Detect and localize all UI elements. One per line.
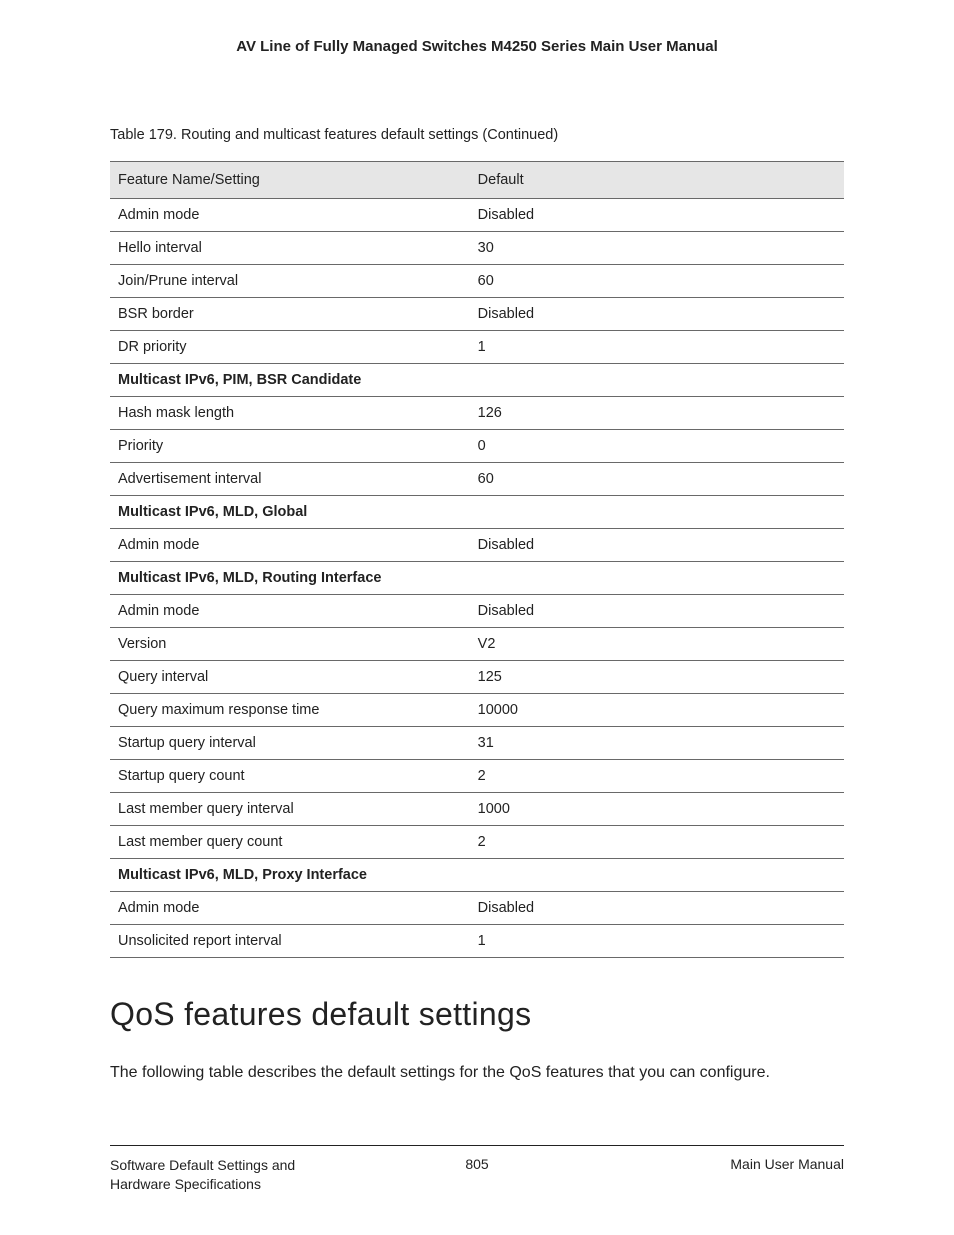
cell-feature: Admin mode bbox=[110, 529, 470, 562]
table-row: Admin modeDisabled bbox=[110, 199, 844, 232]
table-row: Hello interval30 bbox=[110, 232, 844, 265]
footer-left: Software Default Settings and Hardware S… bbox=[110, 1156, 352, 1195]
cell-default: 1000 bbox=[470, 793, 844, 826]
cell-feature: Query maximum response time bbox=[110, 694, 470, 727]
cell-default: 30 bbox=[470, 232, 844, 265]
cell-default: 0 bbox=[470, 430, 844, 463]
column-header-feature: Feature Name/Setting bbox=[110, 162, 470, 199]
document-header: AV Line of Fully Managed Switches M4250 … bbox=[110, 38, 844, 55]
cell-default: Disabled bbox=[470, 199, 844, 232]
cell-feature: Last member query count bbox=[110, 826, 470, 859]
cell-feature: BSR border bbox=[110, 298, 470, 331]
section-heading: QoS features default settings bbox=[110, 996, 844, 1033]
cell-default: 2 bbox=[470, 760, 844, 793]
cell-feature: Query interval bbox=[110, 661, 470, 694]
cell-feature: Multicast IPv6, MLD, Proxy Interface bbox=[110, 859, 470, 892]
cell-feature: DR priority bbox=[110, 331, 470, 364]
table-row: Query maximum response time10000 bbox=[110, 694, 844, 727]
cell-default: 126 bbox=[470, 397, 844, 430]
cell-feature: Advertisement interval bbox=[110, 463, 470, 496]
settings-table: Feature Name/Setting Default Admin modeD… bbox=[110, 161, 844, 958]
cell-default: 60 bbox=[470, 265, 844, 298]
cell-default bbox=[470, 562, 844, 595]
table-row: Startup query count2 bbox=[110, 760, 844, 793]
cell-feature: Priority bbox=[110, 430, 470, 463]
table-row: Multicast IPv6, MLD, Proxy Interface bbox=[110, 859, 844, 892]
cell-default: 10000 bbox=[470, 694, 844, 727]
table-row: Admin modeDisabled bbox=[110, 595, 844, 628]
table-header-row: Feature Name/Setting Default bbox=[110, 162, 844, 199]
cell-feature: Hello interval bbox=[110, 232, 470, 265]
cell-feature: Admin mode bbox=[110, 892, 470, 925]
cell-feature: Startup query count bbox=[110, 760, 470, 793]
table-row: Startup query interval31 bbox=[110, 727, 844, 760]
cell-default: 1 bbox=[470, 925, 844, 958]
table-row: Last member query interval1000 bbox=[110, 793, 844, 826]
table-row: Unsolicited report interval1 bbox=[110, 925, 844, 958]
cell-default: Disabled bbox=[470, 529, 844, 562]
table-row: Priority0 bbox=[110, 430, 844, 463]
cell-default bbox=[470, 859, 844, 892]
cell-feature: Admin mode bbox=[110, 595, 470, 628]
cell-feature: Startup query interval bbox=[110, 727, 470, 760]
cell-default: 1 bbox=[470, 331, 844, 364]
table-caption: Table 179. Routing and multicast feature… bbox=[110, 127, 844, 143]
footer-right: Main User Manual bbox=[602, 1156, 844, 1172]
table-row: Multicast IPv6, MLD, Global bbox=[110, 496, 844, 529]
table-row: Multicast IPv6, MLD, Routing Interface bbox=[110, 562, 844, 595]
cell-feature: Multicast IPv6, PIM, BSR Candidate bbox=[110, 364, 470, 397]
section-paragraph: The following table describes the defaul… bbox=[110, 1061, 830, 1084]
table-row: DR priority1 bbox=[110, 331, 844, 364]
cell-feature: Version bbox=[110, 628, 470, 661]
table-row: Advertisement interval60 bbox=[110, 463, 844, 496]
table-row: Admin modeDisabled bbox=[110, 892, 844, 925]
cell-feature: Multicast IPv6, MLD, Global bbox=[110, 496, 470, 529]
cell-default: Disabled bbox=[470, 595, 844, 628]
cell-default: 125 bbox=[470, 661, 844, 694]
cell-default: Disabled bbox=[470, 298, 844, 331]
page-footer: Software Default Settings and Hardware S… bbox=[110, 1145, 844, 1195]
cell-feature: Hash mask length bbox=[110, 397, 470, 430]
cell-default bbox=[470, 364, 844, 397]
table-row: Hash mask length126 bbox=[110, 397, 844, 430]
cell-feature: Multicast IPv6, MLD, Routing Interface bbox=[110, 562, 470, 595]
table-row: Admin modeDisabled bbox=[110, 529, 844, 562]
footer-page-number: 805 bbox=[356, 1156, 598, 1172]
cell-default bbox=[470, 496, 844, 529]
cell-feature: Join/Prune interval bbox=[110, 265, 470, 298]
table-row: Last member query count2 bbox=[110, 826, 844, 859]
column-header-default: Default bbox=[470, 162, 844, 199]
cell-default: V2 bbox=[470, 628, 844, 661]
table-row: Multicast IPv6, PIM, BSR Candidate bbox=[110, 364, 844, 397]
table-row: Join/Prune interval60 bbox=[110, 265, 844, 298]
table-row: Query interval125 bbox=[110, 661, 844, 694]
cell-feature: Unsolicited report interval bbox=[110, 925, 470, 958]
cell-feature: Last member query interval bbox=[110, 793, 470, 826]
table-row: VersionV2 bbox=[110, 628, 844, 661]
cell-default: Disabled bbox=[470, 892, 844, 925]
cell-default: 2 bbox=[470, 826, 844, 859]
table-row: BSR borderDisabled bbox=[110, 298, 844, 331]
cell-default: 60 bbox=[470, 463, 844, 496]
cell-feature: Admin mode bbox=[110, 199, 470, 232]
cell-default: 31 bbox=[470, 727, 844, 760]
